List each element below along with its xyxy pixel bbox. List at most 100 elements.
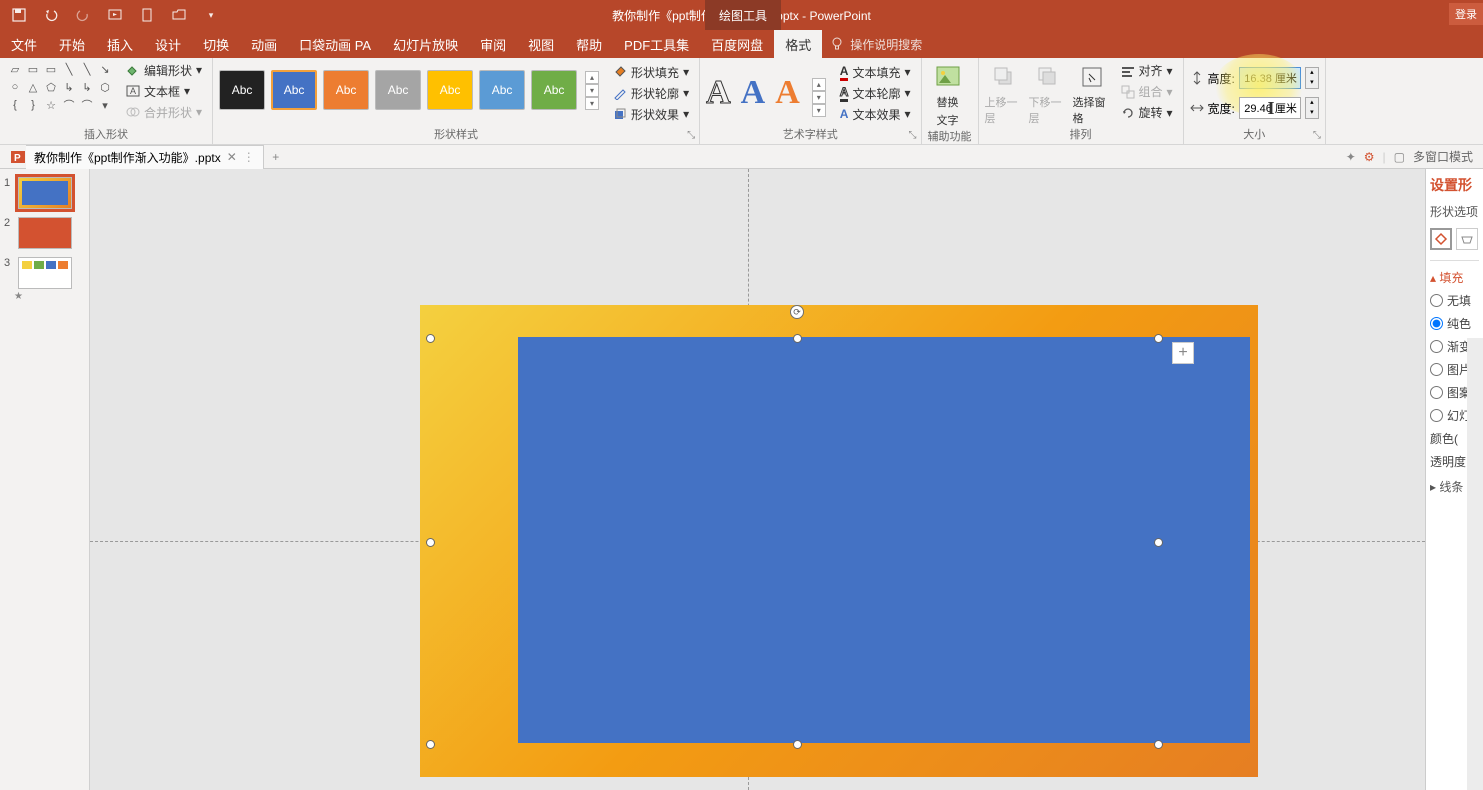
wordart-gallery-more[interactable]: ▴▾▾: [812, 78, 826, 117]
qat-more-icon[interactable]: ▾: [202, 6, 220, 24]
pen-outline-icon: [613, 86, 627, 100]
tab-slideshow[interactable]: 幻灯片放映: [382, 30, 469, 58]
edit-shape-button[interactable]: 编辑形状 ▾: [122, 60, 206, 80]
group-size: 高度: ▴▾ 宽度: ▴▾ I 大小⤡: [1184, 58, 1326, 144]
group-label-accessibility: 辅助功能: [928, 128, 972, 146]
width-label: 宽度:: [1208, 100, 1235, 117]
tab-baidu-netdisk[interactable]: 百度网盘: [700, 30, 774, 58]
effects-pane-icon[interactable]: [1456, 228, 1478, 250]
style-swatch-6[interactable]: Abc: [479, 70, 525, 110]
shape-outline-button[interactable]: 形状轮廓 ▾: [609, 83, 693, 103]
fill-line-icon[interactable]: [1430, 228, 1452, 250]
tell-me-search[interactable]: 操作说明搜索: [830, 36, 922, 53]
rotate-button[interactable]: 旋转 ▾: [1117, 102, 1177, 123]
align-button[interactable]: 对齐 ▾: [1117, 60, 1177, 81]
bring-forward-button[interactable]: 上移一层: [985, 60, 1025, 126]
vertical-scrollbar[interactable]: [1467, 338, 1483, 790]
shape-fill-button[interactable]: 形状填充 ▾: [609, 62, 693, 82]
send-backward-button[interactable]: 下移一层: [1029, 60, 1069, 126]
text-box-button[interactable]: A文本框 ▾: [122, 81, 206, 101]
slide-thumb-2[interactable]: [18, 217, 72, 249]
tab-file[interactable]: 文件: [0, 30, 48, 58]
rotation-handle-icon[interactable]: ⟳: [790, 305, 804, 319]
pane-shape-options[interactable]: 形状选项: [1430, 203, 1479, 220]
new-document-button[interactable]: +: [264, 150, 288, 164]
slide-canvas[interactable]: ⟳ +: [90, 169, 1425, 790]
resize-handle[interactable]: [1154, 334, 1163, 343]
shapes-gallery[interactable]: ▱▭▭╲╲↘ ○△⬠↳↳⬡ {}☆⌒⌒▾: [6, 60, 114, 114]
undo-icon[interactable]: [42, 6, 60, 24]
dialog-launcher-icon[interactable]: ⤡: [1313, 130, 1321, 141]
radio-solid-fill[interactable]: 纯色: [1430, 315, 1479, 332]
fill-section-toggle[interactable]: ▴ 填充: [1430, 269, 1479, 286]
group-button[interactable]: 组合 ▾: [1117, 81, 1177, 102]
resize-handle[interactable]: [426, 538, 435, 547]
resize-handle[interactable]: [426, 740, 435, 749]
pin-icon[interactable]: ✦: [1346, 150, 1356, 164]
tab-format[interactable]: 格式: [774, 30, 822, 58]
start-from-beginning-icon[interactable]: [106, 6, 124, 24]
resize-handle[interactable]: [1154, 538, 1163, 547]
close-tab-icon[interactable]: ✕: [227, 150, 237, 164]
open-folder-icon[interactable]: [170, 6, 188, 24]
window-icon[interactable]: ▢: [1394, 150, 1405, 164]
login-button[interactable]: 登录: [1449, 3, 1483, 25]
style-swatch-2[interactable]: Abc: [271, 70, 317, 110]
text-effects-button[interactable]: A文本效果 ▾: [836, 104, 915, 124]
svg-text:A: A: [130, 86, 136, 96]
tab-home[interactable]: 开始: [48, 30, 96, 58]
resize-handle[interactable]: [1154, 740, 1163, 749]
selected-rectangle[interactable]: [518, 337, 1250, 743]
resize-handle[interactable]: [793, 334, 802, 343]
tab-animations[interactable]: 动画: [240, 30, 288, 58]
tab-design[interactable]: 设计: [144, 30, 192, 58]
wordart-swatch-2[interactable]: A: [741, 74, 766, 112]
tab-insert[interactable]: 插入: [96, 30, 144, 58]
group-label-size: 大小⤡: [1190, 126, 1319, 144]
style-swatch-7[interactable]: Abc: [531, 70, 577, 110]
tab-transitions[interactable]: 切换: [192, 30, 240, 58]
tab-pocket-animation[interactable]: 口袋动画 PA: [288, 30, 382, 58]
radio-no-fill[interactable]: 无填: [1430, 292, 1479, 309]
tab-view[interactable]: 视图: [517, 30, 565, 58]
style-swatch-4[interactable]: Abc: [375, 70, 421, 110]
save-icon[interactable]: [10, 6, 28, 24]
text-outline-button[interactable]: A文本轮廓 ▾: [836, 83, 915, 103]
text-fill-button[interactable]: A文本填充 ▾: [836, 62, 915, 82]
resize-handle[interactable]: [793, 740, 802, 749]
wordart-gallery[interactable]: A A A ▴▾▾: [706, 68, 826, 117]
tab-pdf-tools[interactable]: PDF工具集: [613, 30, 700, 58]
slide-thumb-1[interactable]: [18, 177, 72, 209]
dialog-launcher-icon[interactable]: ⤡: [909, 130, 917, 141]
text-effects-icon: A: [840, 107, 849, 121]
width-spinner[interactable]: ▴▾: [1305, 97, 1319, 119]
alt-text-button[interactable]: 替换 文字: [928, 60, 968, 128]
merge-shapes-button[interactable]: 合并形状 ▾: [122, 102, 206, 122]
group-label-wordart: 艺术字样式⤡: [706, 126, 914, 144]
send-backward-icon: [1035, 64, 1063, 92]
shape-effects-button[interactable]: 形状效果 ▾: [609, 104, 693, 124]
document-tab[interactable]: 教你制作《ppt制作渐入功能》.pptx ✕ ⋮: [26, 145, 264, 169]
group-icon: [1121, 85, 1135, 99]
slide-thumbnails: 1 2 3 ★: [0, 169, 90, 790]
height-input[interactable]: [1239, 67, 1301, 89]
shape-style-gallery[interactable]: Abc Abc Abc Abc Abc Abc Abc ▴▾▾: [219, 60, 599, 110]
wordart-swatch-3[interactable]: A: [775, 74, 800, 112]
style-swatch-5[interactable]: Abc: [427, 70, 473, 110]
style-swatch-3[interactable]: Abc: [323, 70, 369, 110]
multi-window-label[interactable]: 多窗口模式: [1413, 148, 1473, 165]
tab-help[interactable]: 帮助: [565, 30, 613, 58]
height-spinner[interactable]: ▴▾: [1305, 67, 1319, 89]
resize-handle[interactable]: [426, 334, 435, 343]
wordart-swatch-1[interactable]: A: [706, 74, 731, 112]
selection-pane-button[interactable]: 选择窗格: [1073, 60, 1113, 126]
style-gallery-more[interactable]: ▴▾▾: [585, 71, 599, 110]
add-element-button[interactable]: +: [1172, 342, 1194, 364]
new-file-icon[interactable]: [138, 6, 156, 24]
slide-thumb-3[interactable]: [18, 257, 72, 289]
gear-icon[interactable]: ⚙: [1364, 150, 1375, 164]
style-swatch-1[interactable]: Abc: [219, 70, 265, 110]
tab-review[interactable]: 审阅: [469, 30, 517, 58]
dialog-launcher-icon[interactable]: ⤡: [687, 130, 695, 141]
redo-icon[interactable]: [74, 6, 92, 24]
